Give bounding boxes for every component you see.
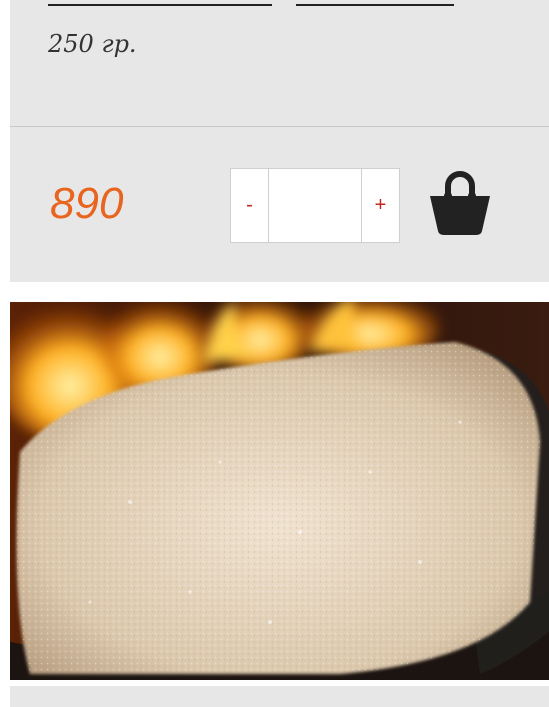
next-card-edge	[10, 686, 549, 707]
product-price: 890	[50, 179, 124, 228]
product-image	[10, 302, 549, 680]
product-photo[interactable]	[10, 302, 549, 680]
add-to-cart-button[interactable]	[428, 169, 492, 237]
quantity-decrease-button[interactable]: -	[231, 169, 269, 242]
product-description-card: 250 гр.	[10, 0, 549, 126]
product-weight: 250 гр.	[48, 30, 137, 58]
cut-off-text-underline	[296, 0, 454, 6]
quantity-stepper: - +	[230, 168, 400, 243]
quantity-input[interactable]	[269, 169, 361, 242]
shopping-bag-icon	[430, 171, 490, 235]
quantity-increase-button[interactable]: +	[361, 169, 399, 242]
cut-off-text-underline	[48, 0, 272, 6]
purchase-panel: 890 - +	[10, 127, 549, 282]
